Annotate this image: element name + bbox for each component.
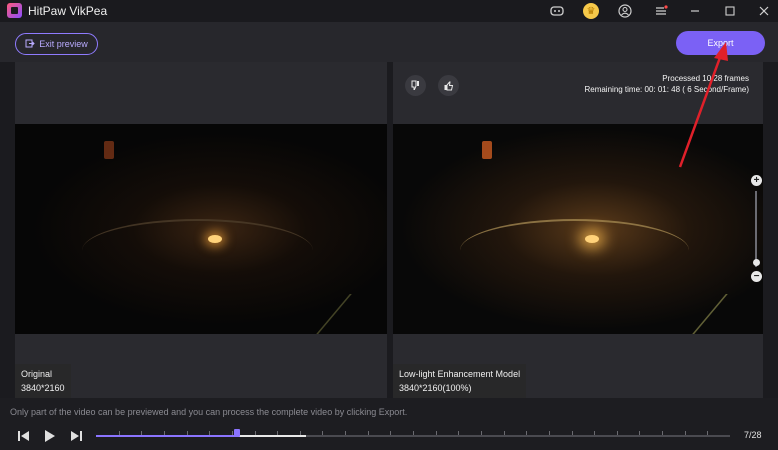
- timeline-tick: [526, 431, 527, 435]
- frame-counter: 7/28: [744, 430, 762, 440]
- enhanced-video-frame: [393, 124, 763, 334]
- app-title: HitPaw VikPea: [28, 4, 108, 18]
- original-preview-panel: Original 3840*2160: [15, 62, 387, 398]
- original-model-name: Original: [21, 369, 53, 379]
- title-bar: HitPaw VikPea ♛: [0, 0, 778, 22]
- previous-frame-icon[interactable]: [17, 430, 31, 445]
- zoom-handle[interactable]: [753, 259, 760, 266]
- timeline-tick: [390, 431, 391, 435]
- timeline-tick: [413, 431, 414, 435]
- minimize-icon[interactable]: [686, 2, 704, 20]
- timeline-tick: [232, 431, 233, 435]
- menu-icon[interactable]: [652, 2, 670, 20]
- timeline-scrubber[interactable]: [96, 429, 730, 437]
- close-icon[interactable]: [755, 2, 773, 20]
- next-frame-icon[interactable]: [69, 430, 83, 445]
- enhanced-resolution: 3840*2160(100%): [399, 383, 472, 393]
- enhanced-model-name: Low-light Enhancement Model: [399, 369, 521, 379]
- thumbs-up-icon[interactable]: [438, 75, 459, 96]
- timeline-tick: [345, 431, 346, 435]
- zoom-out-icon[interactable]: −: [751, 271, 762, 282]
- timeline-tick: [639, 431, 640, 435]
- toolbar: Exit preview Export: [0, 22, 778, 62]
- timeline-processed-segment: [236, 435, 306, 437]
- timeline-playhead[interactable]: [234, 429, 240, 437]
- original-resolution: 3840*2160: [21, 383, 65, 393]
- timeline-tick: [119, 431, 120, 435]
- processed-frames: Processed 10/28 frames: [662, 74, 749, 83]
- processing-info: Processed 10/28 frames Remaining time: 0…: [584, 73, 749, 95]
- timeline-tick: [436, 431, 437, 435]
- user-icon[interactable]: [616, 2, 634, 20]
- play-icon[interactable]: [44, 430, 56, 445]
- coin-icon[interactable]: ♛: [583, 3, 599, 19]
- playback-footer: Only part of the video can be previewed …: [0, 398, 778, 450]
- timeline-tick: [707, 431, 708, 435]
- enhanced-label: Low-light Enhancement Model 3840*2160(10…: [393, 364, 527, 398]
- zoom-slider[interactable]: + −: [751, 175, 762, 285]
- maximize-icon[interactable]: [721, 2, 739, 20]
- timeline-tick: [300, 431, 301, 435]
- timeline-tick: [277, 431, 278, 435]
- discord-icon[interactable]: [548, 2, 566, 20]
- zoom-in-icon[interactable]: +: [751, 175, 762, 186]
- timeline-tick: [187, 431, 188, 435]
- timeline-tick: [504, 431, 505, 435]
- original-video-frame: [15, 124, 387, 334]
- timeline-tick: [617, 431, 618, 435]
- timeline-progress: [96, 435, 237, 437]
- export-button[interactable]: Export: [676, 31, 765, 55]
- thumbs-down-icon[interactable]: [405, 75, 426, 96]
- timeline-tick: [322, 431, 323, 435]
- app-logo: [7, 3, 22, 18]
- timeline-tick: [255, 431, 256, 435]
- zoom-track[interactable]: [755, 191, 757, 267]
- timeline-tick: [458, 431, 459, 435]
- preview-notice: Only part of the video can be previewed …: [10, 407, 408, 417]
- exit-icon: [25, 39, 35, 50]
- remaining-time: Remaining time: 00: 01: 48 ( 6 Second/Fr…: [584, 85, 749, 94]
- timeline-tick: [594, 431, 595, 435]
- exit-preview-label: Exit preview: [39, 39, 88, 49]
- enhanced-preview-panel: Processed 10/28 frames Remaining time: 0…: [393, 62, 763, 398]
- timeline-tick: [662, 431, 663, 435]
- timeline-tick: [481, 431, 482, 435]
- timeline-tick: [572, 431, 573, 435]
- timeline-tick: [549, 431, 550, 435]
- timeline-tick: [164, 431, 165, 435]
- original-label: Original 3840*2160: [15, 364, 71, 398]
- exit-preview-button[interactable]: Exit preview: [15, 33, 98, 55]
- timeline-tick: [141, 431, 142, 435]
- timeline-tick: [685, 431, 686, 435]
- timeline-tick: [209, 431, 210, 435]
- timeline-tick: [368, 431, 369, 435]
